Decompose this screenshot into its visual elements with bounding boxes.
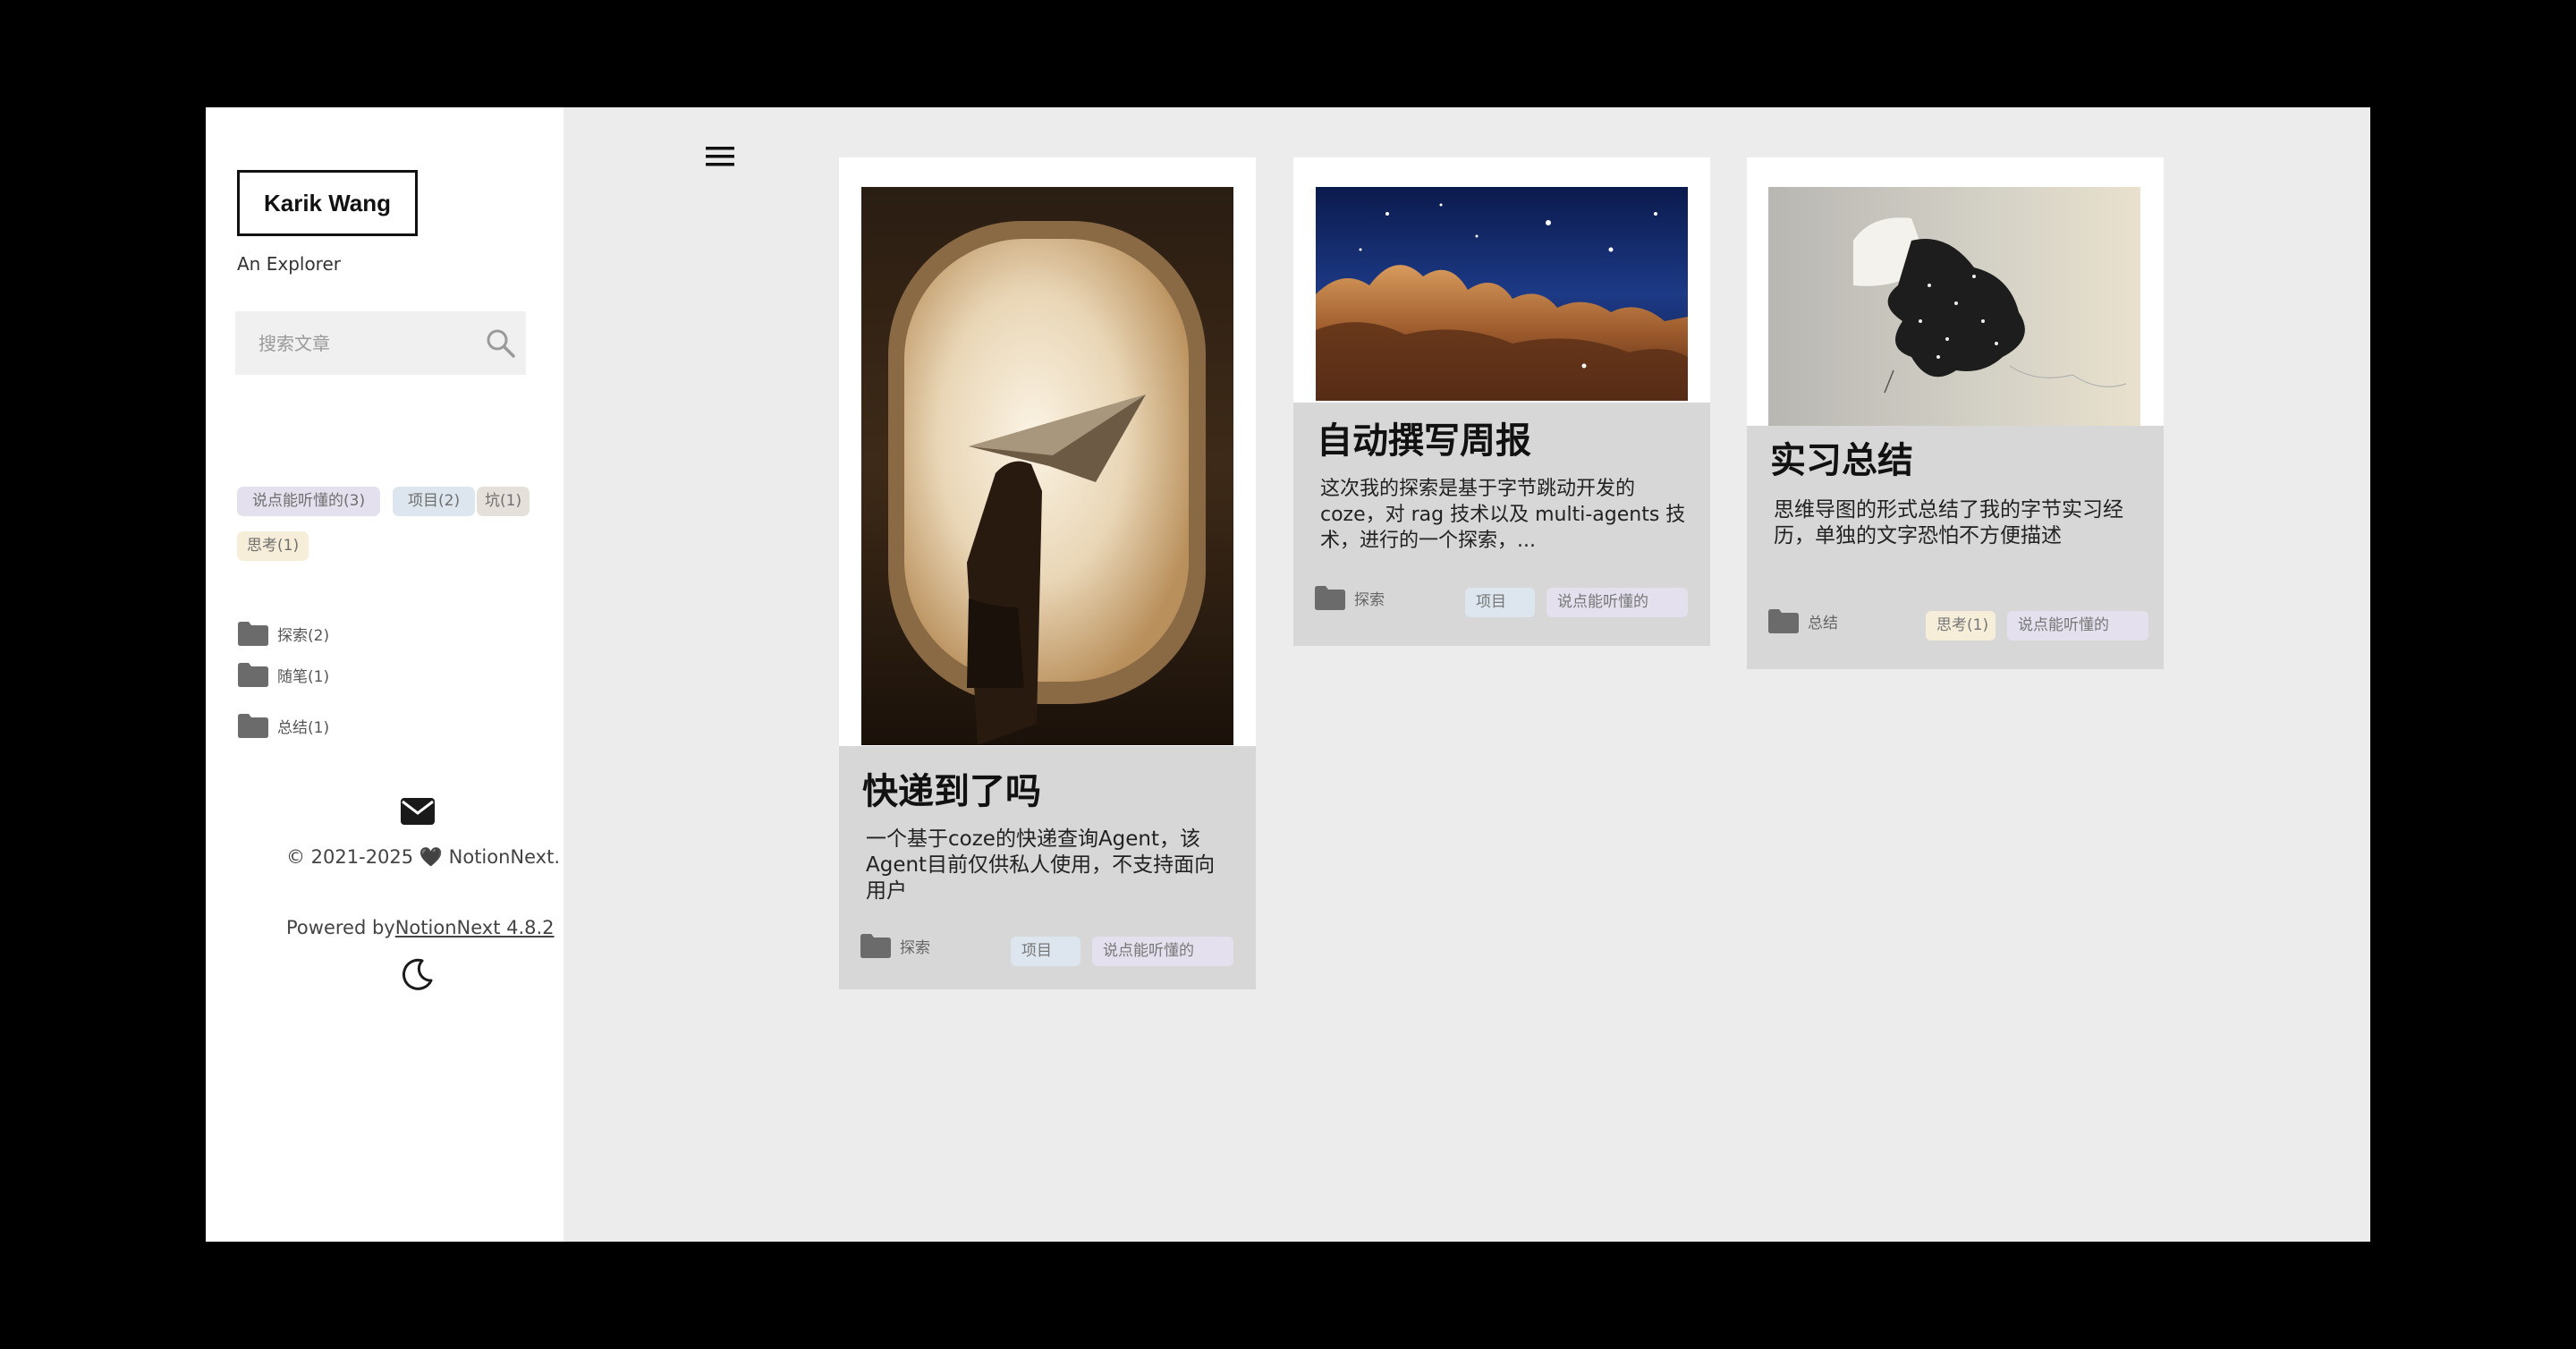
post-tag[interactable]: 说点能听懂的: [1092, 937, 1233, 966]
post-card[interactable]: 实习总结 思维导图的形式总结了我的字节实习经历，单独的文字恐怕不方便描述 总结 …: [1747, 157, 2164, 669]
moon-icon[interactable]: [401, 957, 435, 991]
post-card[interactable]: 快递到了吗 一个基于coze的快递查询Agent，该Agent目前仅供私人使用，…: [839, 157, 1256, 989]
powered-prefix: Powered by: [286, 917, 395, 938]
powered-by: Powered byNotionNext 4.8.2: [286, 917, 555, 938]
post-category[interactable]: 总结: [1768, 609, 1838, 633]
category-tansuo[interactable]: 探索(2): [238, 619, 329, 648]
category-label: 总结: [1808, 615, 1838, 632]
post-tag[interactable]: 思考(1): [1926, 611, 1996, 641]
site-subtitle: An Explorer: [237, 253, 341, 275]
search-icon[interactable]: [485, 327, 517, 360]
post-cover-image[interactable]: [1768, 187, 2140, 426]
category-label: 探索: [1354, 591, 1385, 609]
post-summary: 思维导图的形式总结了我的字节实习经历，单独的文字恐怕不方便描述: [1774, 498, 2123, 547]
post-tag[interactable]: 项目: [1011, 937, 1080, 966]
post-card[interactable]: 自动撰写周报 这次我的探索是基于字节跳动开发的coze，对 rag 技术以及 m…: [1293, 157, 1710, 646]
sidebar: Karik Wang An Explorer 说点能听懂的(3) 项目(2) 坑…: [206, 107, 564, 1242]
category-suibi[interactable]: 随笔(1): [238, 660, 329, 689]
notionnext-link[interactable]: NotionNext 4.8.2: [395, 917, 555, 938]
tag-xiangmu[interactable]: 项目(2): [393, 487, 476, 516]
post-title[interactable]: 快递到了吗: [862, 762, 1041, 814]
search-box: [235, 311, 526, 375]
folder-icon: [1315, 586, 1345, 610]
post-category[interactable]: 探索: [1315, 586, 1385, 610]
copyright-text: © 2021-2025 🖤 NotionNext.: [286, 846, 561, 868]
menu-icon[interactable]: [704, 143, 736, 170]
folder-icon: [238, 662, 268, 687]
post-card-body: 快递到了吗 一个基于coze的快递查询Agent，该Agent目前仅供私人使用，…: [839, 746, 1256, 989]
post-category[interactable]: 探索: [860, 934, 930, 958]
post-tag[interactable]: 说点能听懂的: [1546, 588, 1688, 617]
tag-shuodian[interactable]: 说点能听懂的(3): [237, 487, 381, 516]
tag-keng[interactable]: 坑(1): [477, 487, 530, 516]
folder-icon: [238, 713, 268, 738]
category-label: 随笔(1): [277, 667, 330, 686]
post-cover-image[interactable]: [1316, 187, 1688, 401]
post-card-body: 自动撰写周报 这次我的探索是基于字节跳动开发的coze，对 rag 技术以及 m…: [1293, 403, 1710, 646]
site-logo[interactable]: Karik Wang: [237, 170, 418, 236]
post-card-body: 实习总结 思维导图的形式总结了我的字节实习经历，单独的文字恐怕不方便描述 总结 …: [1747, 426, 2164, 669]
mail-icon[interactable]: [401, 798, 435, 825]
folder-icon: [860, 934, 891, 958]
post-tag[interactable]: 项目: [1465, 588, 1535, 617]
post-cover-image[interactable]: [861, 187, 1233, 745]
post-tag[interactable]: 说点能听懂的: [2007, 611, 2148, 641]
post-summary: 一个基于coze的快递查询Agent，该Agent目前仅供私人使用，不支持面向用…: [866, 827, 1216, 903]
post-title[interactable]: 实习总结: [1770, 431, 1913, 483]
category-zongjie[interactable]: 总结(1): [238, 711, 329, 740]
category-label: 探索(2): [277, 626, 330, 645]
tag-sikao[interactable]: 思考(1): [237, 531, 309, 561]
category-label: 探索: [900, 939, 930, 957]
category-label: 总结(1): [277, 718, 330, 737]
post-title[interactable]: 自动撰写周报: [1317, 411, 1531, 463]
folder-icon: [1768, 609, 1799, 633]
search-input[interactable]: [235, 311, 468, 375]
folder-icon: [238, 621, 268, 646]
post-summary: 这次我的探索是基于字节跳动开发的coze，对 rag 技术以及 multi-ag…: [1320, 478, 1686, 552]
browser-viewport: Karik Wang An Explorer 说点能听懂的(3) 项目(2) 坑…: [206, 107, 2370, 1242]
